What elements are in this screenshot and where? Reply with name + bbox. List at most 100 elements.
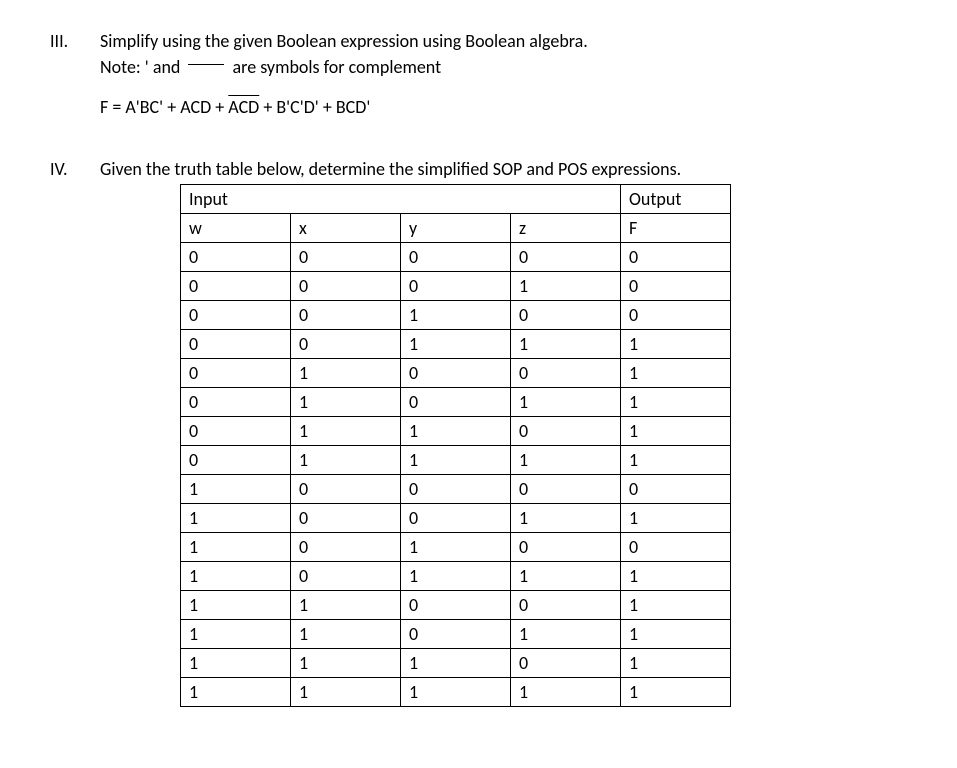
cell-x: 1 (291, 620, 401, 649)
table-row: 01101 (181, 417, 731, 446)
section-iv-body: Given the truth table below, determine t… (100, 158, 927, 707)
col-header-w: w (181, 214, 291, 243)
cell-w: 0 (181, 330, 291, 359)
cell-z: 0 (511, 591, 621, 620)
cell-f: 1 (621, 330, 731, 359)
cell-w: 0 (181, 243, 291, 272)
cell-f: 1 (621, 446, 731, 475)
section-iii-line1: Simplify using the given Boolean express… (100, 30, 927, 52)
header-output: Output (621, 185, 731, 214)
col-header-x: x (291, 214, 401, 243)
cell-z: 0 (511, 533, 621, 562)
cell-x: 0 (291, 301, 401, 330)
cell-f: 1 (621, 504, 731, 533)
table-row: 00010 (181, 272, 731, 301)
cell-x: 0 (291, 243, 401, 272)
cell-f: 0 (621, 475, 731, 504)
cell-x: 1 (291, 678, 401, 707)
note-prefix: Note: ' and (100, 56, 180, 78)
cell-y: 1 (401, 533, 511, 562)
cell-w: 1 (181, 649, 291, 678)
overline-symbol-icon (188, 64, 224, 65)
cell-x: 0 (291, 504, 401, 533)
cell-z: 1 (511, 330, 621, 359)
cell-w: 0 (181, 417, 291, 446)
eq-overline-acd: ACD (228, 96, 259, 118)
cell-y: 0 (401, 388, 511, 417)
cell-w: 0 (181, 359, 291, 388)
cell-z: 0 (511, 649, 621, 678)
cell-w: 1 (181, 678, 291, 707)
cell-y: 1 (401, 417, 511, 446)
section-iv: IV. Given the truth table below, determi… (20, 158, 927, 707)
cell-z: 0 (511, 417, 621, 446)
table-row: 11101 (181, 649, 731, 678)
cell-f: 1 (621, 417, 731, 446)
table-row: 11111 (181, 678, 731, 707)
cell-f: 1 (621, 388, 731, 417)
boolean-expression: F = A'BC' + ACD + ACD + B'C'D' + BCD' (100, 96, 927, 118)
cell-w: 1 (181, 620, 291, 649)
table-row: 11011 (181, 620, 731, 649)
cell-y: 1 (401, 301, 511, 330)
cell-y: 0 (401, 475, 511, 504)
cell-w: 0 (181, 388, 291, 417)
col-header-z: z (511, 214, 621, 243)
cell-x: 1 (291, 388, 401, 417)
cell-w: 1 (181, 533, 291, 562)
table-row: 10011 (181, 504, 731, 533)
section-iv-number: IV. (20, 158, 100, 707)
cell-y: 1 (401, 649, 511, 678)
cell-z: 0 (511, 359, 621, 388)
cell-y: 1 (401, 446, 511, 475)
table-row: 10100 (181, 533, 731, 562)
table-row: 00100 (181, 301, 731, 330)
eq-part1: F = A'BC' + ACD + (100, 96, 228, 118)
cell-y: 1 (401, 678, 511, 707)
cell-f: 1 (621, 649, 731, 678)
cell-x: 1 (291, 649, 401, 678)
table-row: 10111 (181, 562, 731, 591)
cell-f: 1 (621, 620, 731, 649)
cell-x: 0 (291, 533, 401, 562)
table-row: 11001 (181, 591, 731, 620)
section-iii: III. Simplify using the given Boolean ex… (20, 30, 927, 138)
cell-z: 1 (511, 620, 621, 649)
cell-x: 0 (291, 330, 401, 359)
cell-x: 1 (291, 446, 401, 475)
cell-z: 1 (511, 678, 621, 707)
col-header-f: F (621, 214, 731, 243)
cell-w: 0 (181, 272, 291, 301)
cell-z: 1 (511, 388, 621, 417)
cell-f: 1 (621, 591, 731, 620)
cell-y: 0 (401, 504, 511, 533)
cell-y: 0 (401, 272, 511, 301)
cell-z: 1 (511, 562, 621, 591)
cell-z: 1 (511, 446, 621, 475)
cell-f: 0 (621, 272, 731, 301)
cell-z: 1 (511, 272, 621, 301)
cell-y: 0 (401, 620, 511, 649)
section-iii-body: Simplify using the given Boolean express… (100, 30, 927, 138)
table-row: 00111 (181, 330, 731, 359)
cell-z: 0 (511, 475, 621, 504)
cell-w: 1 (181, 591, 291, 620)
cell-z: 0 (511, 301, 621, 330)
cell-f: 0 (621, 301, 731, 330)
eq-part3: + B'C'D' + BCD' (259, 96, 370, 118)
cell-f: 1 (621, 359, 731, 388)
cell-f: 0 (621, 533, 731, 562)
cell-x: 0 (291, 475, 401, 504)
table-row: 00000 (181, 243, 731, 272)
cell-x: 1 (291, 591, 401, 620)
cell-w: 1 (181, 504, 291, 533)
truth-table: Input Output w x y z F 00000000100010000… (180, 184, 731, 707)
section-iii-line2: Note: ' and are symbols for complement (100, 56, 927, 78)
cell-w: 1 (181, 475, 291, 504)
table-header-group-row: Input Output (181, 185, 731, 214)
cell-x: 1 (291, 417, 401, 446)
cell-y: 0 (401, 243, 511, 272)
cell-x: 1 (291, 359, 401, 388)
note-suffix: are symbols for complement (233, 56, 442, 78)
cell-x: 0 (291, 272, 401, 301)
